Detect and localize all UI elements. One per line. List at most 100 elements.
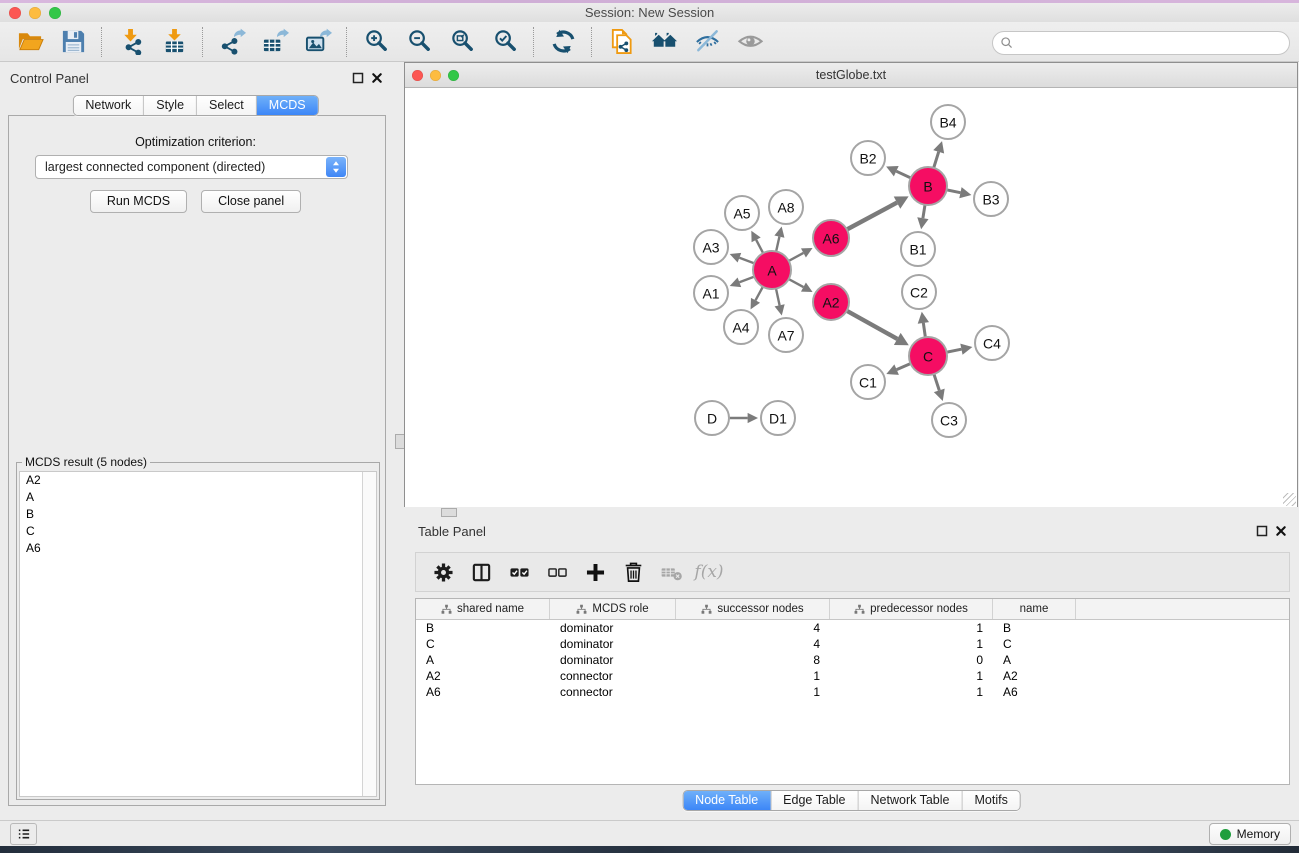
node-label: A4 — [732, 320, 749, 336]
graph-node-A3[interactable]: A3 — [694, 230, 728, 264]
search-input[interactable] — [1014, 33, 1289, 53]
close-table-panel-icon[interactable] — [1275, 525, 1287, 537]
graph-node-A6[interactable]: A6 — [813, 220, 849, 256]
close-panel-button[interactable]: Close panel — [201, 190, 301, 213]
float-panel-icon[interactable] — [352, 72, 364, 84]
toggle-column-view-button[interactable] — [466, 557, 496, 587]
memory-button[interactable]: Memory — [1209, 823, 1291, 845]
delete-button[interactable] — [618, 557, 648, 587]
run-mcds-button[interactable]: Run MCDS — [90, 190, 187, 213]
column-header-shared-name[interactable]: shared name — [416, 599, 550, 619]
graph-node-C[interactable]: C — [909, 337, 947, 375]
graph-node-A1[interactable]: A1 — [694, 276, 728, 310]
tab-edge-table[interactable]: Edge Table — [771, 791, 858, 810]
tab-node-table[interactable]: Node Table — [683, 791, 771, 810]
graph-node-C2[interactable]: C2 — [902, 275, 936, 309]
column-label: MCDS role — [592, 603, 648, 615]
result-item[interactable]: C — [20, 523, 376, 540]
column-header-successor-nodes[interactable]: successor nodes — [676, 599, 830, 619]
graph-node-A8[interactable]: A8 — [769, 190, 803, 224]
graph-node-B2[interactable]: B2 — [851, 141, 885, 175]
table-row[interactable]: A6connector11A6 — [416, 684, 1289, 700]
deselect-all-button[interactable] — [542, 557, 572, 587]
node-label: B3 — [982, 192, 999, 208]
close-panel-icon[interactable] — [371, 72, 383, 84]
graph-node-A2[interactable]: A2 — [813, 284, 849, 320]
table-row[interactable]: Adominator80A — [416, 652, 1289, 668]
open-session-button[interactable] — [13, 25, 47, 59]
save-session-button[interactable] — [56, 25, 90, 59]
table-row[interactable]: Cdominator41C — [416, 636, 1289, 652]
column-header-name[interactable]: name — [993, 599, 1076, 619]
export-image-button[interactable] — [301, 25, 335, 59]
node-label: C4 — [983, 336, 1001, 352]
resize-grip[interactable] — [1283, 493, 1296, 506]
hide-selected-button[interactable] — [690, 25, 724, 59]
add-column-button[interactable] — [580, 557, 610, 587]
graph-node-B1[interactable]: B1 — [901, 232, 935, 266]
tab-mcds[interactable]: MCDS — [257, 96, 318, 115]
graph-node-A7[interactable]: A7 — [769, 318, 803, 352]
graph-node-D[interactable]: D — [695, 401, 729, 435]
select-all-button[interactable] — [504, 557, 534, 587]
node-label: A7 — [777, 328, 794, 344]
zoom-in-button[interactable] — [359, 25, 393, 59]
table-cell: B — [993, 621, 1076, 635]
result-list-scrollbar[interactable] — [362, 472, 376, 796]
toolbar-separator — [533, 27, 534, 57]
duplicate-network-button[interactable] — [604, 25, 638, 59]
node-label: C — [923, 349, 933, 365]
zoom-out-button[interactable] — [402, 25, 436, 59]
node-label: C1 — [859, 375, 877, 391]
application-window: Session: New Session Control Panel Netwo… — [0, 0, 1299, 853]
tab-style[interactable]: Style — [144, 96, 197, 115]
tab-network-table[interactable]: Network Table — [859, 791, 963, 810]
table-settings-button[interactable] — [428, 557, 458, 587]
table-row[interactable]: Bdominator41B — [416, 620, 1289, 636]
show-panels-button[interactable] — [10, 823, 37, 845]
column-header-predecessor-nodes[interactable]: predecessor nodes — [830, 599, 993, 619]
network-canvas[interactable]: A5 A8 A6 A3 A A1 A2 A4 A7 B4 B2 B B3 B1 C2 C4 C C1 C3 D D1 — [405, 88, 1297, 507]
criterion-dropdown[interactable]: largest connected component (directed) — [35, 155, 348, 179]
table-panel-title: Table Panel — [418, 524, 486, 539]
tab-motifs[interactable]: Motifs — [962, 791, 1019, 810]
result-item[interactable]: A6 — [20, 540, 376, 557]
zoom-selected-button[interactable] — [488, 25, 522, 59]
graph-node-C4[interactable]: C4 — [975, 326, 1009, 360]
export-table-button[interactable] — [258, 25, 292, 59]
import-network-button[interactable] — [114, 25, 148, 59]
graph-node-A5[interactable]: A5 — [725, 196, 759, 230]
graph-node-A[interactable]: A — [753, 251, 791, 289]
graph-node-C3[interactable]: C3 — [932, 403, 966, 437]
graph-node-C1[interactable]: C1 — [851, 365, 885, 399]
graph-node-B[interactable]: B — [909, 167, 947, 205]
export-network-button[interactable] — [215, 25, 249, 59]
graph-node-D1[interactable]: D1 — [761, 401, 795, 435]
network-window-titlebar[interactable]: testGlobe.txt — [405, 63, 1297, 88]
node-label: A6 — [822, 231, 839, 247]
table-body: Bdominator41BCdominator41CAdominator80AA… — [416, 620, 1289, 700]
show-all-button[interactable] — [733, 25, 767, 59]
window-titlebar[interactable]: Session: New Session — [0, 3, 1299, 22]
tab-select[interactable]: Select — [197, 96, 257, 115]
graph-node-B4[interactable]: B4 — [931, 105, 965, 139]
graph-node-A4[interactable]: A4 — [724, 310, 758, 344]
import-table-button[interactable] — [157, 25, 191, 59]
column-header-MCDS-role[interactable]: MCDS role — [550, 599, 676, 619]
result-item[interactable]: B — [20, 506, 376, 523]
network-graph: A5 A8 A6 A3 A A1 A2 A4 A7 B4 B2 B B3 B1 C2 C4 C C1 C3 D D1 — [405, 88, 1297, 507]
search-icon — [1000, 36, 1014, 50]
result-item[interactable]: A2 — [20, 472, 376, 489]
float-table-panel-icon[interactable] — [1256, 525, 1268, 537]
first-neighbors-button[interactable] — [647, 25, 681, 59]
table-panel-tabs: Node TableEdge TableNetwork TableMotifs — [682, 790, 1021, 811]
tab-network[interactable]: Network — [73, 96, 144, 115]
apply-layout-button[interactable] — [546, 25, 580, 59]
result-item[interactable]: A — [20, 489, 376, 506]
table-cell: C — [416, 637, 550, 651]
column-label: predecessor nodes — [870, 603, 968, 615]
zoom-fit-button[interactable] — [445, 25, 479, 59]
graph-node-B3[interactable]: B3 — [974, 182, 1008, 216]
table-row[interactable]: A2connector11A2 — [416, 668, 1289, 684]
node-label: B1 — [909, 242, 926, 258]
